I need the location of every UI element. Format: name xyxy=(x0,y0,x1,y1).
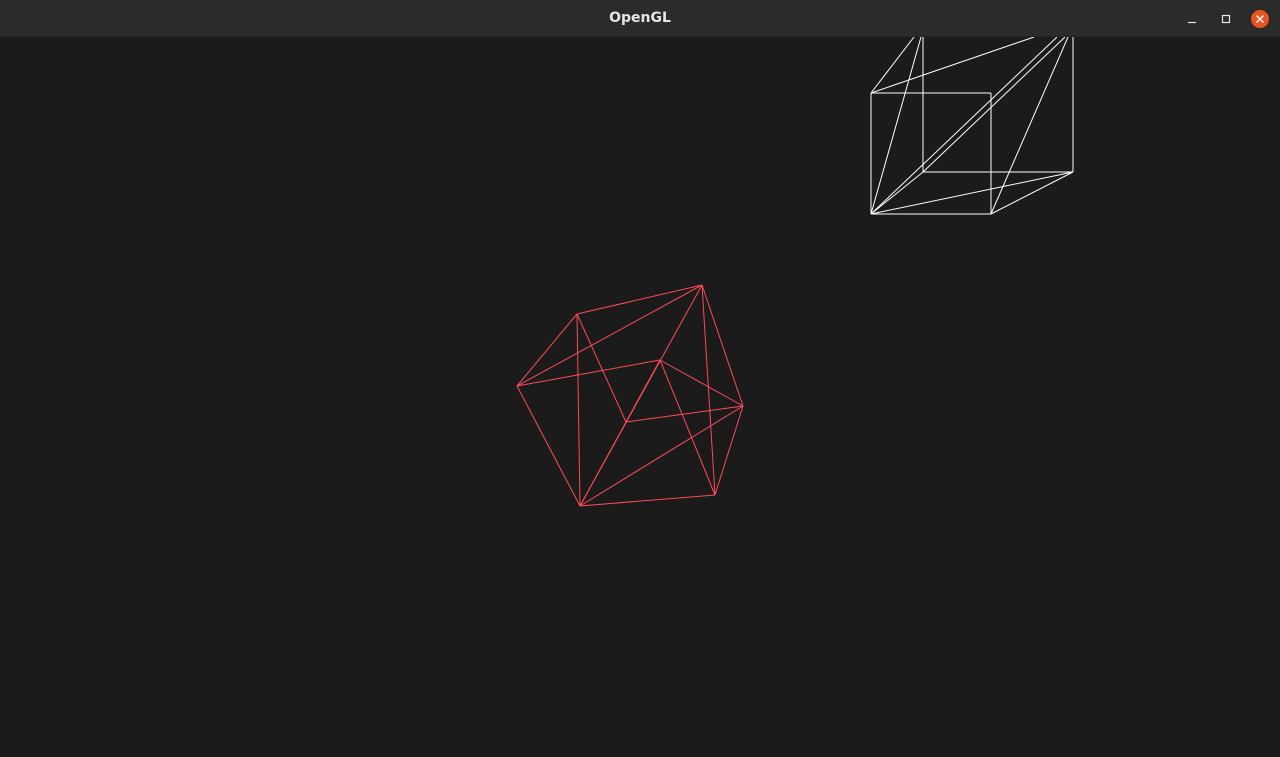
opengl-window: OpenGL xyxy=(0,0,1280,757)
minimize-icon xyxy=(1188,21,1196,24)
red-wireframe-cube xyxy=(516,284,744,507)
close-button[interactable] xyxy=(1250,9,1270,29)
window-title: OpenGL xyxy=(609,10,671,26)
gl-canvas xyxy=(516,36,1074,507)
white-wireframe-cube xyxy=(870,36,1074,215)
minimize-button[interactable] xyxy=(1182,9,1202,29)
maximize-button[interactable] xyxy=(1216,9,1236,29)
close-icon xyxy=(1251,10,1269,28)
title-bar[interactable]: OpenGL xyxy=(0,0,1280,37)
maximize-icon xyxy=(1221,14,1231,24)
gl-viewport[interactable] xyxy=(0,36,1280,757)
